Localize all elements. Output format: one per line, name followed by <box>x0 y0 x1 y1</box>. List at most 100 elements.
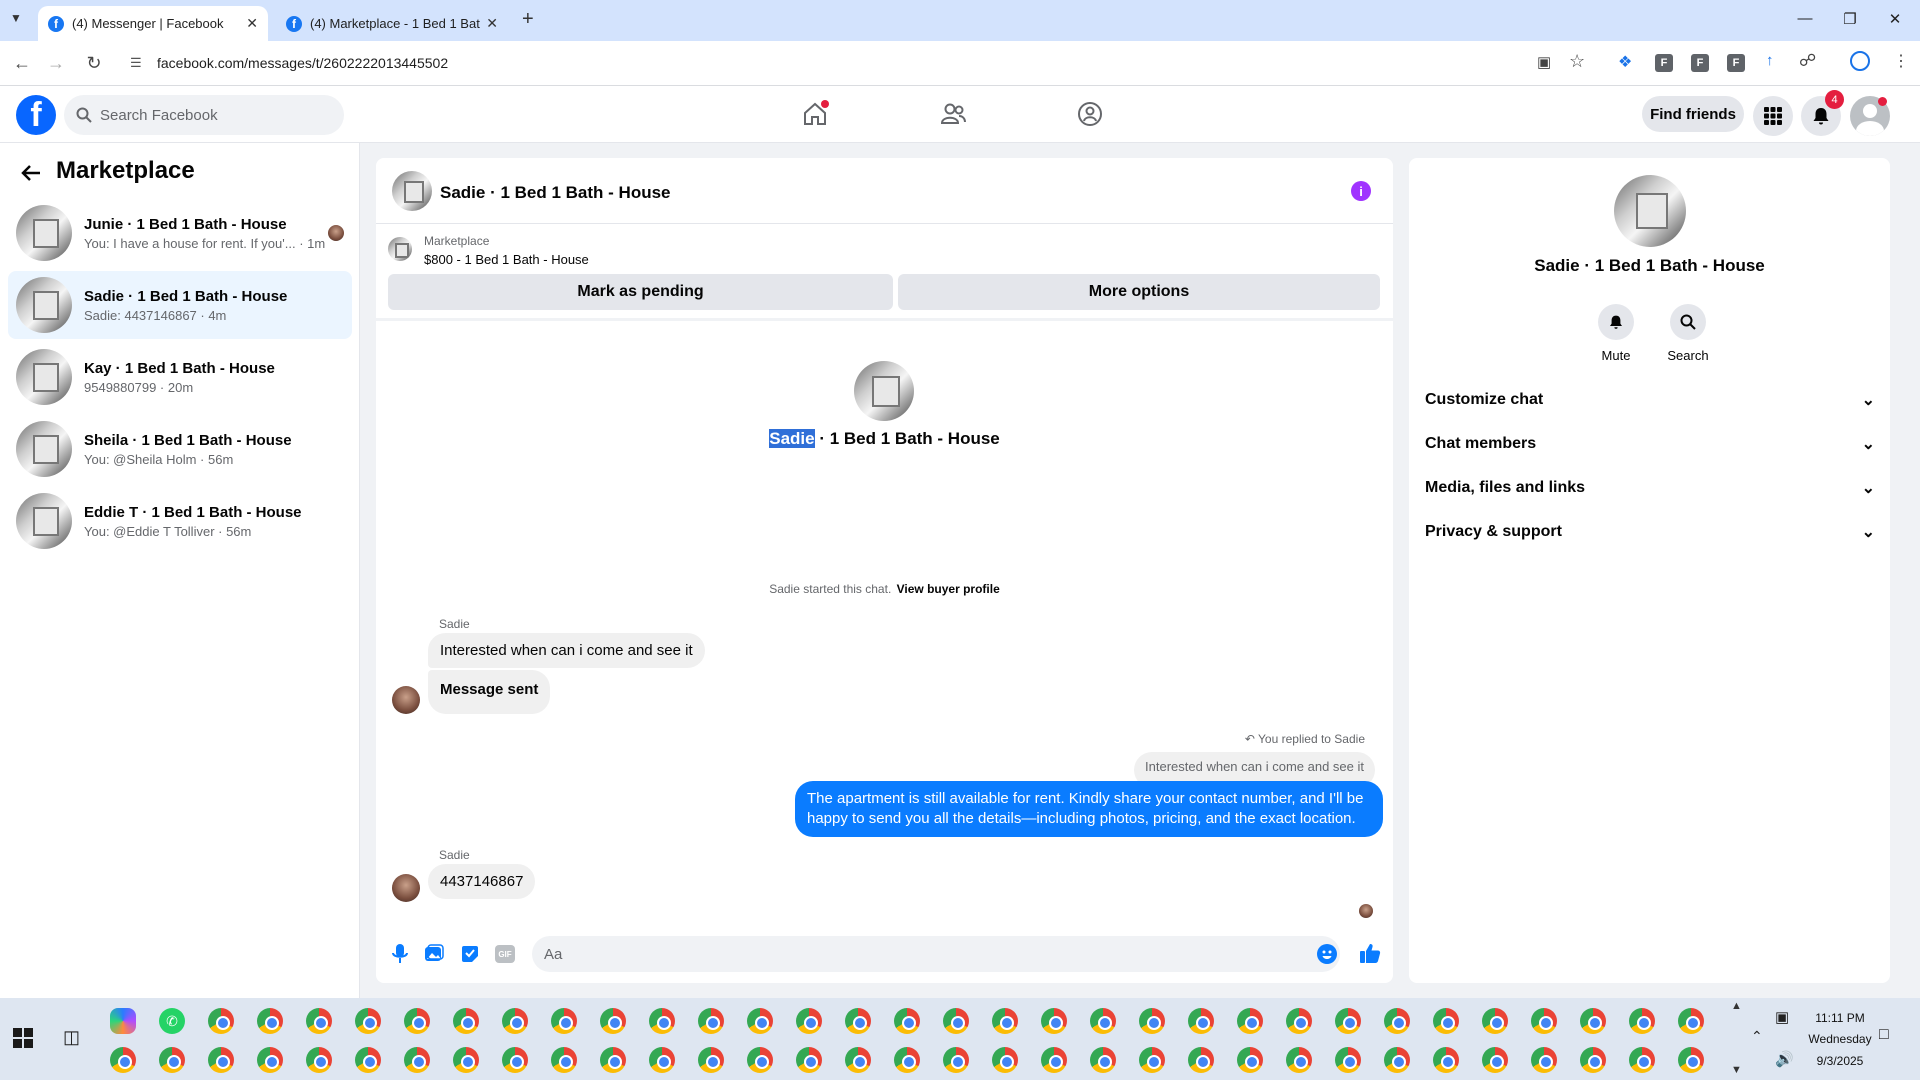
conversation-item-kay[interactable]: Kay · 1 Bed 1 Bath - House 9549880799 · 2… <box>8 343 352 411</box>
message-bubble[interactable]: Message sent <box>428 670 551 714</box>
extension-f-icon[interactable]: F <box>1727 54 1745 72</box>
message-bubble[interactable]: 4437146867 <box>428 864 536 899</box>
chrome-app-icon[interactable] <box>1384 1047 1410 1073</box>
volume-icon[interactable]: 🔊 <box>1775 1050 1794 1068</box>
chrome-app-icon[interactable] <box>159 1047 185 1073</box>
chrome-app-icon[interactable] <box>1629 1008 1655 1034</box>
chrome-app-icon[interactable] <box>404 1008 430 1034</box>
chrome-app-icon[interactable] <box>1482 1047 1508 1073</box>
message-input[interactable]: Aa <box>532 936 1340 972</box>
customize-chat-section[interactable]: Customize chat ⌄ <box>1425 382 1875 418</box>
network-icon[interactable]: ▣ <box>1775 1008 1789 1026</box>
info-icon[interactable]: i <box>1351 181 1371 201</box>
chrome-app-icon[interactable] <box>306 1047 332 1073</box>
chrome-app-icon[interactable] <box>1531 1008 1557 1034</box>
chrome-app-icon[interactable] <box>208 1008 234 1034</box>
chrome-app-icon[interactable] <box>943 1008 969 1034</box>
privacy-support-section[interactable]: Privacy & support ⌄ <box>1425 514 1875 550</box>
back-arrow-icon[interactable] <box>20 163 42 183</box>
chrome-app-icon[interactable] <box>747 1047 773 1073</box>
chrome-app-icon[interactable] <box>1678 1047 1704 1073</box>
chrome-app-icon[interactable] <box>600 1008 626 1034</box>
chrome-app-icon[interactable] <box>257 1008 283 1034</box>
chrome-app-icon[interactable] <box>1531 1047 1557 1073</box>
chrome-app-icon[interactable] <box>698 1008 724 1034</box>
notification-center-icon[interactable]: □ <box>1879 1026 1889 1044</box>
chrome-app-icon[interactable] <box>1678 1008 1704 1034</box>
chat-title[interactable]: Sadie · 1 Bed 1 Bath - House <box>440 183 671 203</box>
copilot-icon[interactable] <box>110 1008 136 1034</box>
reload-icon[interactable]: ↻ <box>82 51 106 75</box>
chrome-app-icon[interactable] <box>649 1047 675 1073</box>
extension-pin-icon[interactable]: ↑ <box>1766 52 1774 69</box>
back-icon[interactable]: ← <box>10 51 34 75</box>
chrome-app-icon[interactable] <box>894 1008 920 1034</box>
listing-detail[interactable]: $800 - 1 Bed 1 Bath - House <box>424 252 589 267</box>
forward-icon[interactable]: → <box>44 51 68 75</box>
windows-start-icon[interactable] <box>13 1028 33 1048</box>
chrome-app-icon[interactable] <box>1237 1008 1263 1034</box>
chrome-app-icon[interactable] <box>894 1047 920 1073</box>
chrome-app-icon[interactable] <box>502 1047 528 1073</box>
new-tab-button[interactable]: + <box>522 8 534 31</box>
chrome-app-icon[interactable] <box>1433 1047 1459 1073</box>
chrome-app-icon[interactable] <box>1580 1047 1606 1073</box>
close-tab-icon[interactable]: ✕ <box>246 15 258 32</box>
notifications-button[interactable]: 4 <box>1801 90 1844 136</box>
microphone-icon[interactable] <box>390 943 410 965</box>
search-facebook-input[interactable]: Search Facebook <box>64 95 344 135</box>
chrome-app-icon[interactable] <box>1580 1008 1606 1034</box>
tab-marketplace[interactable]: f (4) Marketplace - 1 Bed 1 Bath ✕ <box>276 6 508 41</box>
chrome-app-icon[interactable] <box>1286 1047 1312 1073</box>
chrome-app-icon[interactable] <box>1041 1047 1067 1073</box>
chrome-menu-icon[interactable]: ⋮ <box>1893 51 1909 71</box>
chrome-app-icon[interactable] <box>355 1008 381 1034</box>
chrome-app-icon[interactable] <box>1482 1008 1508 1034</box>
taskbar-scroll-down-icon[interactable]: ▼ <box>1731 1064 1742 1076</box>
conversation-item-sadie[interactable]: Sadie · 1 Bed 1 Bath - House Sadie: 44371… <box>8 271 352 339</box>
chrome-app-icon[interactable] <box>1433 1008 1459 1034</box>
profile-icon[interactable] <box>1850 51 1870 71</box>
chrome-app-icon[interactable] <box>1335 1047 1361 1073</box>
chrome-app-icon[interactable] <box>1629 1047 1655 1073</box>
chrome-app-icon[interactable] <box>208 1047 234 1073</box>
mark-as-pending-button[interactable]: Mark as pending <box>388 274 893 310</box>
sender-avatar[interactable] <box>392 874 420 902</box>
chrome-app-icon[interactable] <box>502 1008 528 1034</box>
chrome-app-icon[interactable] <box>1188 1047 1214 1073</box>
conversation-item-eddie[interactable]: Eddie T · 1 Bed 1 Bath - House You: @Eddi… <box>8 487 352 555</box>
chrome-app-icon[interactable] <box>404 1047 430 1073</box>
chrome-app-icon[interactable] <box>306 1008 332 1034</box>
chrome-app-icon[interactable] <box>796 1047 822 1073</box>
sticker-icon[interactable] <box>460 944 480 964</box>
message-bubble[interactable]: Interested when can i come and see it <box>428 633 705 668</box>
chrome-app-icon[interactable] <box>1090 1047 1116 1073</box>
tab-list-icon[interactable]: ▼ <box>10 11 22 25</box>
chrome-app-icon[interactable] <box>845 1008 871 1034</box>
chrome-app-icon[interactable] <box>110 1047 136 1073</box>
menu-grid-button[interactable] <box>1753 96 1793 136</box>
whatsapp-icon[interactable]: ✆ <box>159 1008 185 1034</box>
chat-hero-name[interactable]: Sadie · 1 Bed 1 Bath - House <box>376 429 1393 449</box>
chrome-app-icon[interactable] <box>943 1047 969 1073</box>
chrome-app-icon[interactable] <box>600 1047 626 1073</box>
restore-button[interactable]: ❐ <box>1830 10 1870 28</box>
media-files-links-section[interactable]: Media, files and links ⌄ <box>1425 470 1875 506</box>
chrome-app-icon[interactable] <box>698 1047 724 1073</box>
chrome-app-icon[interactable] <box>1286 1008 1312 1034</box>
find-friends-button[interactable]: Find friends <box>1642 96 1744 132</box>
thumbs-up-icon[interactable] <box>1359 942 1381 964</box>
home-icon[interactable] <box>801 100 829 128</box>
url-field[interactable]: ☰ facebook.com/messages/t/26022220134455… <box>122 46 1592 80</box>
more-options-button[interactable]: More options <box>898 274 1380 310</box>
chrome-app-icon[interactable] <box>992 1008 1018 1034</box>
extension-f-icon[interactable]: F <box>1655 54 1673 72</box>
chrome-app-icon[interactable] <box>1188 1008 1214 1034</box>
chat-header-avatar[interactable] <box>392 171 432 211</box>
bookmark-star-icon[interactable]: ☆ <box>1569 51 1585 72</box>
sender-avatar[interactable] <box>392 686 420 714</box>
clock-time[interactable]: 11:11 PM <box>1805 1011 1875 1025</box>
chrome-app-icon[interactable] <box>1335 1008 1361 1034</box>
taskbar-scroll-up-icon[interactable]: ▲ <box>1731 1000 1742 1012</box>
facebook-logo-icon[interactable]: f <box>16 95 56 135</box>
